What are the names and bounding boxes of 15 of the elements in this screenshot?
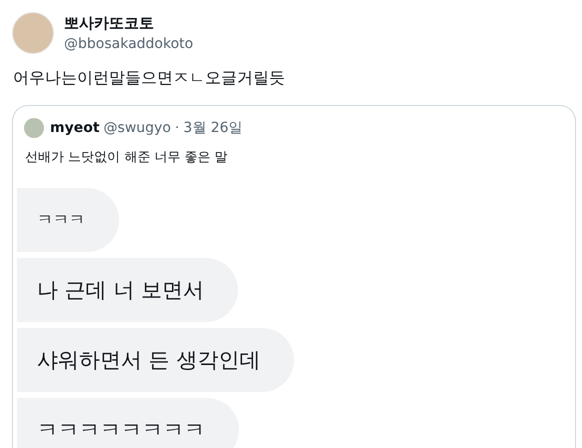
avatar[interactable] bbox=[24, 118, 44, 138]
display-name[interactable]: 뽀사카또코토 bbox=[64, 14, 194, 33]
tweet-text: 어우나는이런말들으면ㅈㄴ오글거릴듯 bbox=[13, 68, 286, 89]
avatar[interactable] bbox=[12, 12, 54, 54]
chat-bubble: ㅋㅋㅋ bbox=[17, 188, 119, 252]
display-name[interactable]: myeot bbox=[50, 120, 100, 136]
quote-text: 선배가 느닷없이 해준 너무 좋은 말 bbox=[25, 149, 229, 166]
user-handle[interactable]: @bbosakaddokoto bbox=[64, 36, 194, 52]
quote-card[interactable]: myeot @swugyo · 3월 26일 선배가 느닷없이 해준 너무 좋은 말 ㅋㅋㅋ 나 근데 너 보면서 샤워하면서 든 생각인데 ㅋㅋㅋㅋㅋㅋㅋㅋ bbox=[12, 105, 576, 448]
chat-bubble: 샤워하면서 든 생각인데 bbox=[17, 328, 294, 392]
separator-dot: · bbox=[174, 120, 180, 136]
post-date[interactable]: 3월 26일 bbox=[183, 119, 243, 137]
chat-bubble: 나 근데 너 보면서 bbox=[17, 258, 238, 322]
user-handle[interactable]: @swugyo bbox=[104, 120, 171, 136]
chat-bubble: ㅋㅋㅋㅋㅋㅋㅋㅋ bbox=[17, 398, 239, 448]
